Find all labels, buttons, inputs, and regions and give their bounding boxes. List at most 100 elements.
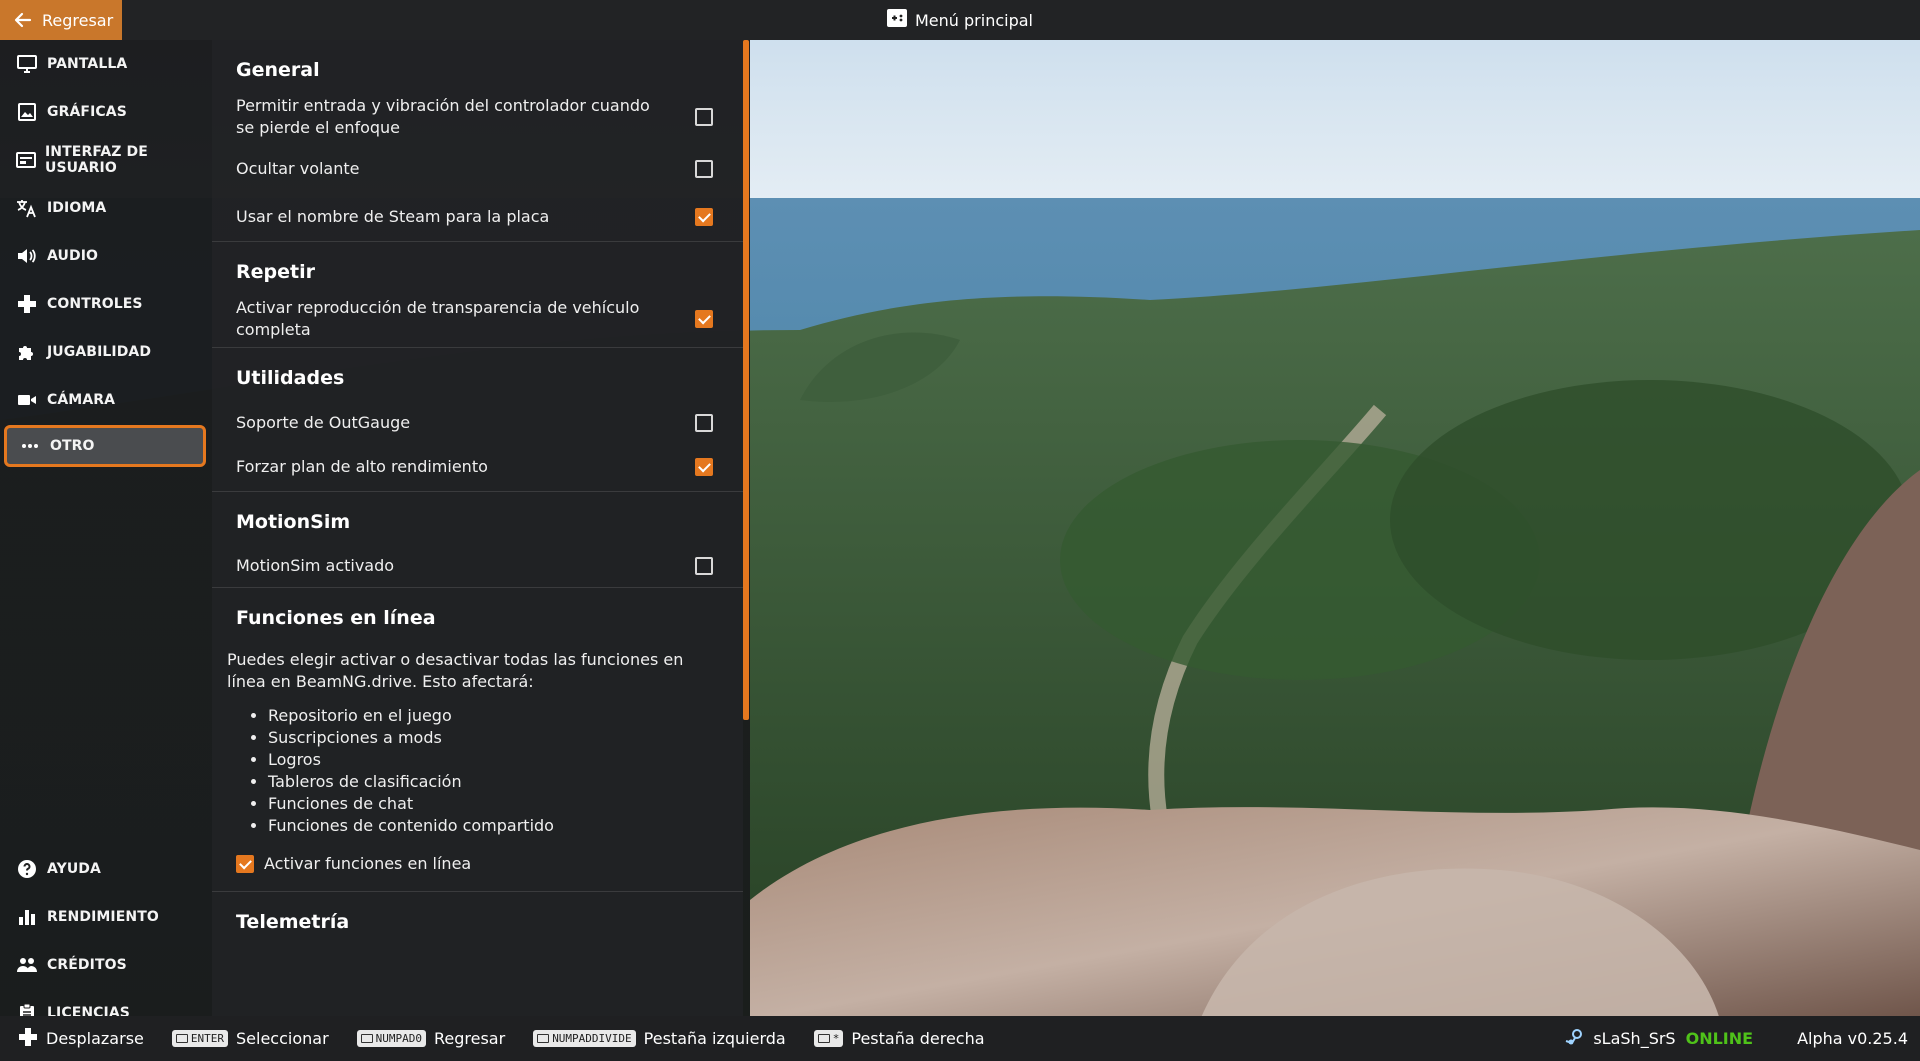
sidebar-item-creditos[interactable]: CRÉDITOS: [4, 944, 206, 986]
bottom-bar: Desplazarse ENTER Seleccionar NUMPAD0 Re…: [0, 1016, 1920, 1061]
user-status: sLaSh_SrS ONLINE Alpha v0.25.4: [1565, 1016, 1908, 1061]
setting-label: Forzar plan de alto rendimiento: [236, 457, 488, 476]
setting-motionsim[interactable]: MotionSim activado: [212, 539, 743, 587]
sidebar-item-label: RENDIMIENTO: [47, 909, 159, 925]
setting-label: Activar funciones en línea: [264, 854, 472, 873]
sidebar-item-label: PANTALLA: [47, 56, 128, 72]
checkbox[interactable]: [695, 414, 713, 432]
setting-label: Ocultar volante: [236, 159, 360, 178]
section-online: Funciones en línea Puedes elegir activar…: [212, 588, 743, 892]
back-button[interactable]: Regresar: [0, 0, 122, 40]
speaker-icon: [16, 245, 38, 267]
bar-chart-icon: [16, 906, 38, 928]
username: sLaSh_SrS: [1593, 1029, 1676, 1048]
hint-scroll: Desplazarse: [18, 1027, 144, 1051]
checkbox-checked[interactable]: [695, 208, 713, 226]
more-icon: [19, 435, 41, 457]
setting-label: Activar reproducción de transparencia de…: [236, 298, 640, 339]
sidebar-item-label: IDIOMA: [47, 200, 107, 216]
online-description: Puedes elegir activar o desactivar todas…: [227, 650, 684, 691]
sidebar-item-label: AYUDA: [47, 861, 101, 877]
ui-icon: [16, 149, 36, 171]
hint-select: ENTER Seleccionar: [171, 1029, 329, 1048]
sidebar-item-label: INTERFAZ DE USUARIO: [45, 144, 148, 176]
setting-label: MotionSim activado: [236, 556, 395, 575]
list-item: Logros: [268, 749, 743, 771]
keyboard-icon: [175, 1034, 188, 1043]
keyboard-icon: [537, 1034, 550, 1043]
hint-label: Desplazarse: [46, 1029, 144, 1048]
list-item: Tableros de clasificación: [268, 771, 743, 793]
sidebar-item-label: CONTROLES: [47, 296, 143, 312]
hint-tab-right: * Pestaña derecha: [813, 1029, 985, 1048]
setting-outgauge[interactable]: Soporte de OutGauge: [212, 395, 743, 443]
top-bar: Regresar Menú principal: [0, 0, 1920, 40]
list-item: Suscripciones a mods: [268, 727, 743, 749]
list-item: Repositorio en el juego: [268, 705, 743, 727]
checkbox[interactable]: [695, 557, 713, 575]
hint-label: Pestaña derecha: [851, 1029, 985, 1048]
key-numpad0: NUMPAD0: [356, 1030, 426, 1047]
sidebar-item-graficas[interactable]: GRÁFICAS: [4, 91, 206, 133]
section-title: Repetir: [236, 261, 315, 283]
setting-hide-wheel[interactable]: Ocultar volante: [212, 145, 743, 193]
key-multiply: *: [813, 1030, 844, 1047]
settings-panel: General Permitir entrada y vibración del…: [212, 40, 743, 1016]
sidebar-item-label: AUDIO: [47, 248, 99, 264]
hint-label: Seleccionar: [236, 1029, 329, 1048]
hint-label: Pestaña izquierda: [643, 1029, 786, 1048]
hint-tab-left: NUMPADDIVIDE Pestaña izquierda: [533, 1029, 786, 1048]
version-label: Alpha v0.25.4: [1797, 1029, 1908, 1048]
section-title: MotionSim: [236, 511, 351, 533]
people-icon: [16, 954, 38, 976]
sidebar-item-jugabilidad[interactable]: JUGABILIDAD: [4, 331, 206, 373]
sidebar-item-label: GRÁFICAS: [47, 104, 127, 120]
section-utilities: Utilidades Soporte de OutGauge Forzar pl…: [212, 348, 743, 492]
sidebar-item-label: JUGABILIDAD: [47, 344, 152, 360]
sidebar-item-label: OTRO: [50, 438, 95, 454]
sidebar-item-pantalla[interactable]: PANTALLA: [4, 43, 206, 85]
setting-label: Permitir entrada y vibración del control…: [236, 96, 650, 137]
sidebar-item-controles[interactable]: CONTROLES: [4, 283, 206, 325]
section-title: Utilidades: [236, 367, 345, 389]
section-replay: Repetir Activar reproducción de transpar…: [212, 242, 743, 348]
panel-scrollbar[interactable]: [743, 40, 749, 720]
section-motionsim: MotionSim MotionSim activado: [212, 492, 743, 588]
sidebar-item-camara[interactable]: CÁMARA: [4, 379, 206, 421]
sidebar-item-otro[interactable]: OTRO: [4, 425, 206, 467]
hint-label: Regresar: [434, 1029, 506, 1048]
arrow-left-icon: [14, 11, 32, 29]
setting-online-features[interactable]: Activar funciones en línea: [212, 837, 743, 891]
gamepad-icon: [16, 293, 38, 315]
main-menu-icon: [887, 9, 907, 31]
checkbox[interactable]: [695, 108, 713, 126]
key-enter: ENTER: [171, 1030, 228, 1047]
checkbox-checked[interactable]: [236, 855, 254, 873]
setting-controller-focus[interactable]: Permitir entrada y vibración del control…: [212, 87, 743, 145]
setting-high-performance[interactable]: Forzar plan de alto rendimiento: [212, 443, 743, 491]
section-telemetry: Telemetría: [212, 892, 743, 939]
checkbox-checked[interactable]: [695, 458, 713, 476]
keyboard-icon: [817, 1034, 830, 1043]
setting-replay-transparency[interactable]: Activar reproducción de transparencia de…: [212, 289, 743, 347]
checkbox[interactable]: [695, 160, 713, 178]
help-icon: [16, 858, 38, 880]
image-icon: [16, 101, 38, 123]
sidebar-item-rendimiento[interactable]: RENDIMIENTO: [4, 896, 206, 938]
online-features-list: Repositorio en el juego Suscripciones a …: [212, 705, 743, 837]
sidebar-item-ayuda[interactable]: AYUDA: [4, 848, 206, 890]
back-button-label: Regresar: [42, 10, 114, 30]
key-numpaddivide: NUMPADDIVIDE: [533, 1030, 636, 1047]
section-title: General: [236, 59, 320, 81]
sidebar-item-idioma[interactable]: IDIOMA: [4, 187, 206, 229]
sidebar-item-label: CRÉDITOS: [47, 957, 127, 973]
sidebar-item-label: CÁMARA: [47, 392, 116, 408]
setting-steam-plate[interactable]: Usar el nombre de Steam para la placa: [212, 193, 743, 241]
sidebar-item-audio[interactable]: AUDIO: [4, 235, 206, 277]
dpad-icon: [18, 1027, 38, 1051]
page-title-text: Menú principal: [915, 10, 1033, 30]
sidebar-item-interfaz[interactable]: INTERFAZ DE USUARIO: [4, 139, 206, 181]
checkbox-checked[interactable]: [695, 310, 713, 328]
online-status: ONLINE: [1685, 1029, 1754, 1048]
camera-icon: [16, 389, 38, 411]
